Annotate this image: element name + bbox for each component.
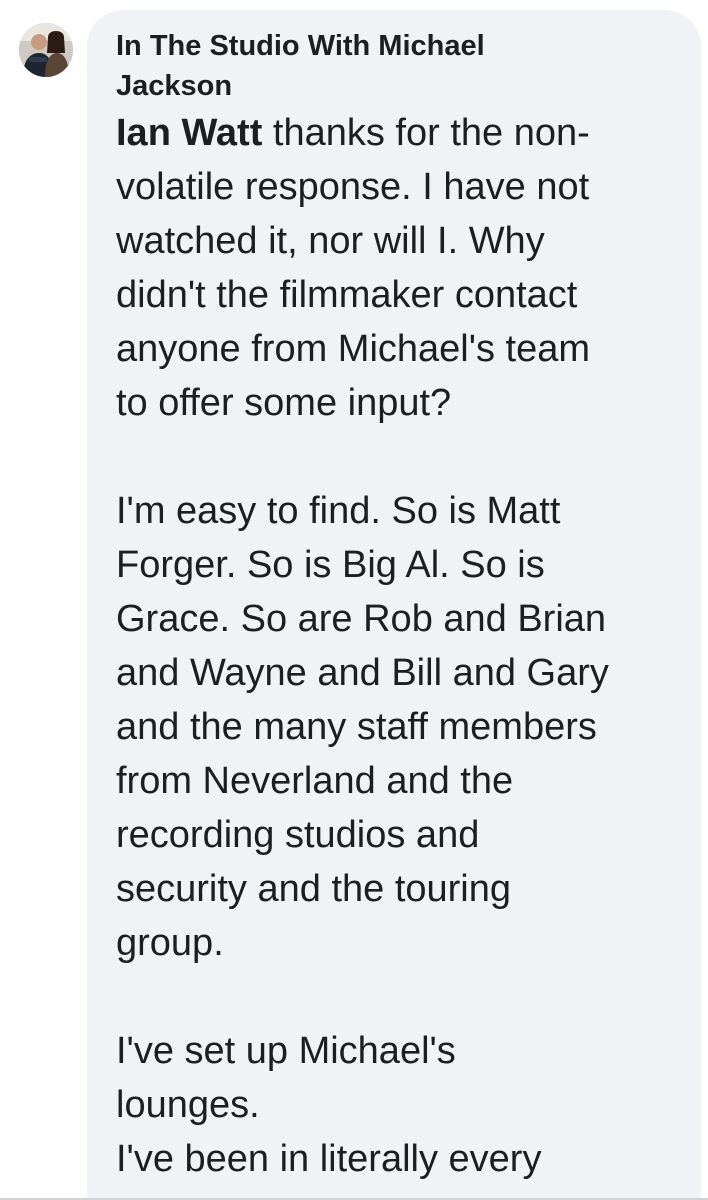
comment-line: I'm easy to find. So is Matt [116,490,561,532]
comment-line: anyone from Michael's team [116,328,591,370]
comment-line: to offer some input? [116,382,452,424]
comment-line: group. [116,922,224,964]
author-avatar[interactable] [19,23,73,77]
comment-line: recording studios and [116,814,480,856]
mention-link[interactable]: Ian Watt [116,112,262,154]
comment-line: Grace. So are Rob and Brian [116,598,607,640]
comment-text: thanks for the non- [262,112,590,154]
comment-line: lounges. [116,1084,260,1126]
comment-thread: In The Studio With Michael Jackson Ian W… [0,0,708,1200]
comment-line: from Neverland and the [116,760,514,802]
comment-line: security and the touring [116,868,512,910]
avatar-photo-icon [19,23,73,77]
comment-paragraph: I'm easy to find. So is Matt Forger. So … [116,484,686,970]
comment-line: Forger. So is Big Al. So is [116,544,545,586]
comment-line: and the many staff members [116,706,597,748]
comment-bubble: In The Studio With Michael Jackson Ian W… [87,10,701,1200]
comment-line: I've been in literally every [116,1138,542,1180]
comment-line: I've set up Michael's [116,1030,456,1072]
comment-author-name[interactable]: In The Studio With Michael Jackson [116,26,606,106]
comment-line: and Wayne and Bill and Gary [116,652,609,694]
comment-line: Ian Watt thanks for the non- [116,106,686,160]
comment-line: didn't the filmmaker contact [116,274,578,316]
comment-body: Ian Watt thanks for the non- volatile re… [116,106,686,1186]
comment-line: watched it, nor will I. Why [116,220,545,262]
comment-paragraph: Ian Watt thanks for the non- volatile re… [116,106,686,430]
comment-paragraph: I've set up Michael's lounges. I've been… [116,1024,686,1186]
comment-line: volatile response. I have not [116,166,590,208]
